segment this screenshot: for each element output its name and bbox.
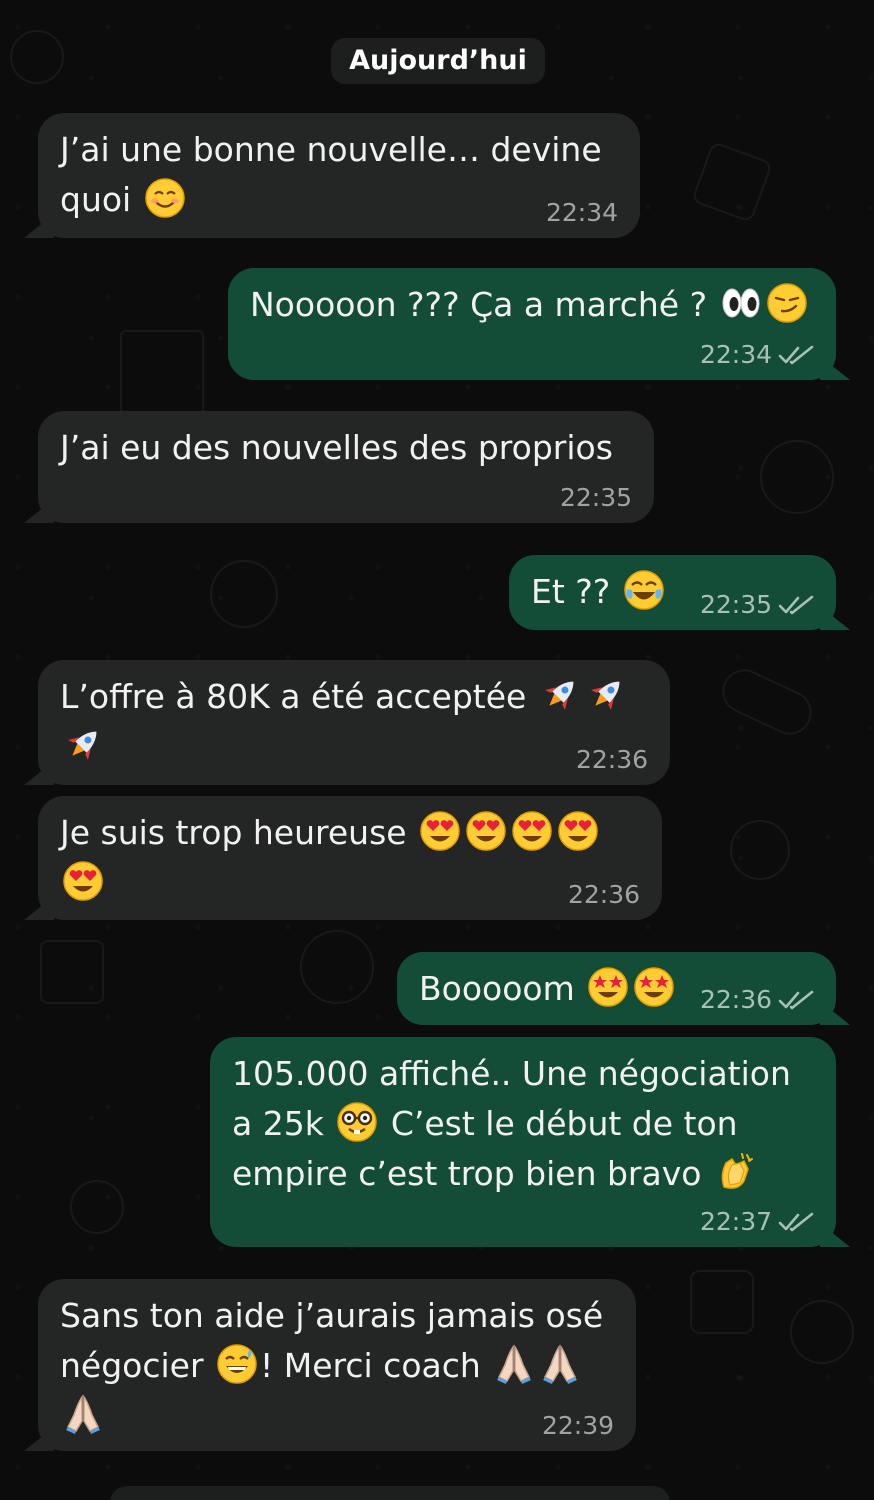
message-text: Sans ton aide j’aurais jamais osé négocie… [60, 1291, 614, 1441]
message-time: 22:35 [699, 590, 772, 619]
eyes-emoji-icon [720, 282, 762, 324]
star-struck-emoji-icon [633, 966, 675, 1008]
message-bubble-outgoing[interactable]: Et ?? 22:35 [509, 555, 836, 630]
rocket-emoji-icon [62, 724, 104, 766]
message-text: J’ai une bonne nouvelle… devine quoi [60, 130, 602, 219]
read-receipt-icon [778, 594, 814, 616]
heart-eyes-emoji-icon [419, 810, 461, 852]
heart-eyes-emoji-icon [557, 810, 599, 852]
message-bubble-incoming[interactable]: J’ai une bonne nouvelle… devine quoi 22:3… [38, 113, 640, 238]
wallpaper-doodle [70, 1180, 124, 1234]
wallpaper-doodle [730, 820, 790, 880]
rocket-emoji-icon [539, 674, 581, 716]
message-text: 105.000 affiché.. Une négociation a 25k C… [232, 1054, 791, 1193]
folded-hands-emoji-icon [493, 1343, 535, 1385]
message-input-bar[interactable] [110, 1486, 670, 1500]
wallpaper-doodle [690, 1270, 754, 1334]
message-meta: 22:36 [700, 985, 814, 1015]
message-time: 22:34 [699, 340, 772, 369]
message-meta: 22:34 [546, 198, 618, 228]
read-receipt-icon [778, 989, 814, 1011]
grinning-sweat-emoji-icon [216, 1343, 258, 1385]
folded-hands-emoji-icon [62, 1393, 104, 1435]
message-meta: 22:39 [542, 1411, 614, 1441]
message-meta: 22:36 [568, 880, 640, 910]
message-text: L’offre à 80K a été acceptée [60, 672, 648, 772]
message-bubble-outgoing[interactable]: Nooooon ??? Ça a marché ? 22:34 [228, 268, 836, 380]
chat-area[interactable]: Aujourd’hui J’ai une bonne nouvelle… dev… [0, 0, 874, 1500]
date-separator: Aujourd’hui [331, 38, 545, 84]
message-text: Je suis trop heureuse [60, 808, 640, 908]
message-time: 22:36 [567, 880, 640, 909]
message-bubble-incoming[interactable]: J’ai eu des nouvelles des proprios 22:35 [38, 411, 654, 523]
wallpaper-doodle [120, 330, 204, 424]
wallpaper-doodle [715, 662, 819, 742]
read-receipt-icon [778, 1211, 814, 1233]
wallpaper-doodle [760, 440, 834, 514]
wallpaper-doodle [40, 940, 104, 1004]
message-meta: 22:35 [700, 590, 814, 620]
smiling-face-emoji-icon [144, 177, 186, 219]
message-time: 22:37 [699, 1207, 772, 1236]
message-time: 22:39 [541, 1411, 614, 1440]
message-meta: 22:34 [700, 340, 814, 370]
smirk-emoji-icon [766, 282, 808, 324]
message-time: 22:35 [559, 483, 632, 512]
message-bubble-outgoing[interactable]: 105.000 affiché.. Une négociation a 25k C… [210, 1037, 836, 1247]
message-meta: 22:36 [576, 745, 648, 775]
wallpaper-doodle [790, 1300, 854, 1364]
heart-eyes-emoji-icon [62, 860, 104, 902]
message-time: 22:36 [699, 985, 772, 1014]
heart-eyes-emoji-icon [465, 810, 507, 852]
folded-hands-emoji-icon [539, 1343, 581, 1385]
message-bubble-incoming[interactable]: Sans ton aide j’aurais jamais osé négocie… [38, 1279, 636, 1451]
clapping-hands-emoji-icon [714, 1151, 756, 1193]
read-receipt-icon [778, 344, 814, 366]
message-time: 22:34 [545, 198, 618, 227]
message-time: 22:36 [575, 745, 648, 774]
message-bubble-outgoing[interactable]: Booooom 22:36 [397, 952, 836, 1025]
message-text: J’ai eu des nouvelles des proprios [60, 428, 613, 467]
star-struck-emoji-icon [587, 966, 629, 1008]
wallpaper-doodle [210, 560, 278, 628]
message-meta: 22:35 [560, 483, 632, 513]
wallpaper-doodle [690, 140, 774, 224]
heart-eyes-emoji-icon [511, 810, 553, 852]
rocket-emoji-icon [585, 674, 627, 716]
nerd-face-emoji-icon [336, 1101, 378, 1143]
wallpaper-doodle [300, 930, 374, 1004]
message-bubble-incoming[interactable]: Je suis trop heureuse 22:36 [38, 796, 662, 920]
message-meta: 22:37 [700, 1207, 814, 1237]
wallpaper-doodle [10, 30, 64, 84]
message-bubble-incoming[interactable]: L’offre à 80K a été acceptée 22:36 [38, 660, 670, 785]
tears-of-joy-emoji-icon [623, 569, 665, 611]
message-text: Nooooon ??? Ça a marché ? [250, 280, 814, 330]
